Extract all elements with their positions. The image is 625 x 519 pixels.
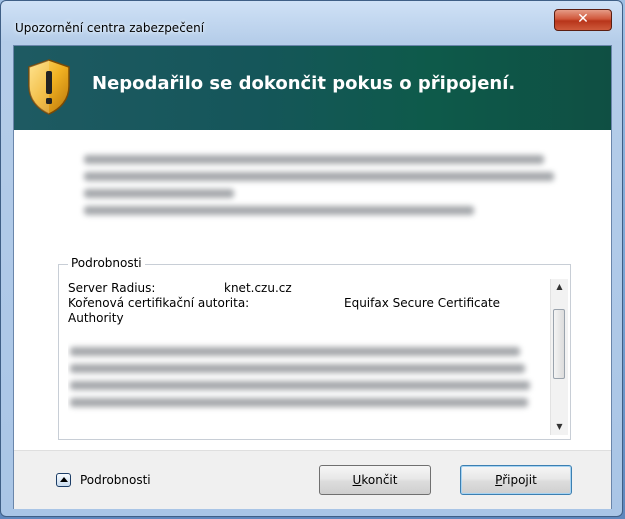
details-group: Podrobnosti Server Radius: knet.czu.cz K… xyxy=(58,256,571,440)
blurred-details-text xyxy=(70,347,530,415)
server-radius-label: Server Radius: xyxy=(68,281,156,295)
cancel-button-label: končit xyxy=(361,473,398,487)
connect-button[interactable]: Připojit xyxy=(460,465,572,495)
connect-button-label: řipojit xyxy=(502,473,537,487)
dialog-content: Nepodařilo se dokončit pokus o připojení… xyxy=(13,45,612,509)
dialog-footer: Podrobnosti Ukončit Připojit xyxy=(14,450,611,509)
chevron-up-icon xyxy=(60,477,68,482)
cancel-button[interactable]: Ukončit xyxy=(319,465,431,495)
details-text-area[interactable]: Server Radius: knet.czu.cz Kořenová cert… xyxy=(68,281,542,433)
scroll-up-arrow-icon[interactable]: ▲ xyxy=(551,279,568,295)
banner-title: Nepodařilo se dokončit pokus o připojení… xyxy=(92,73,516,94)
server-radius-value: knet.czu.cz xyxy=(224,281,292,295)
header-banner: Nepodařilo se dokončit pokus o připojení… xyxy=(14,46,611,130)
details-group-title: Podrobnosti xyxy=(68,256,145,270)
warning-shield-icon xyxy=(28,59,70,115)
details-expander-button[interactable] xyxy=(56,473,71,487)
close-button[interactable]: ✕ xyxy=(554,9,612,31)
root-ca-label: Kořenová certifikační autorita: xyxy=(68,296,250,310)
close-x-icon: ✕ xyxy=(577,11,589,27)
scroll-down-arrow-icon[interactable]: ▼ xyxy=(551,419,568,435)
blurred-description xyxy=(84,155,554,223)
details-scrollbar[interactable]: ▲ ▼ xyxy=(550,279,568,435)
root-ca-value-continued: Authority xyxy=(68,311,124,325)
security-alert-window: Upozornění centra zabezpečení ✕ Nepodaři… xyxy=(0,0,623,517)
title-bar[interactable]: Upozornění centra zabezpečení ✕ xyxy=(1,1,622,37)
root-ca-value: Equifax Secure Certificate xyxy=(344,296,501,310)
details-expander-label[interactable]: Podrobnosti xyxy=(80,473,151,487)
window-title: Upozornění centra zabezpečení xyxy=(15,21,205,35)
scroll-thumb[interactable] xyxy=(553,309,565,379)
